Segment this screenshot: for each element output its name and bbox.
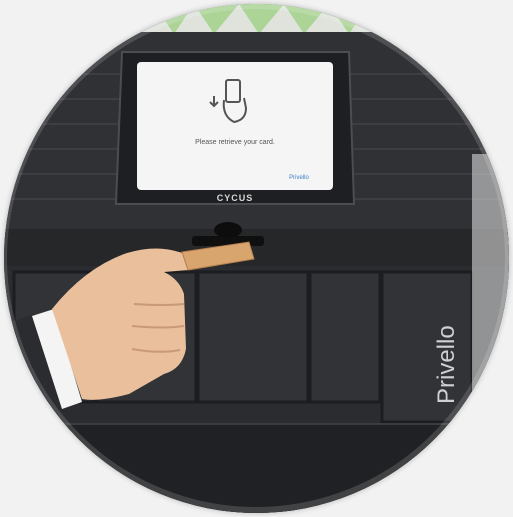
circular-photo-frame: Please retrieve your card. Privello CYCU… — [4, 4, 509, 513]
screen-prompt-text: Please retrieve your card. — [195, 139, 275, 146]
side-brand: Privello — [433, 325, 460, 404]
bezel-brand: CYCUS — [217, 193, 254, 203]
slot-band — [4, 229, 509, 269]
card-reader-bulge — [214, 222, 242, 238]
kiosk-illustration: Please retrieve your card. Privello CYCU… — [4, 4, 509, 513]
kiosk-photo: Please retrieve your card. Privello CYCU… — [0, 0, 513, 517]
screen-logo: Privello — [289, 175, 309, 181]
touch-screen[interactable] — [137, 62, 333, 190]
